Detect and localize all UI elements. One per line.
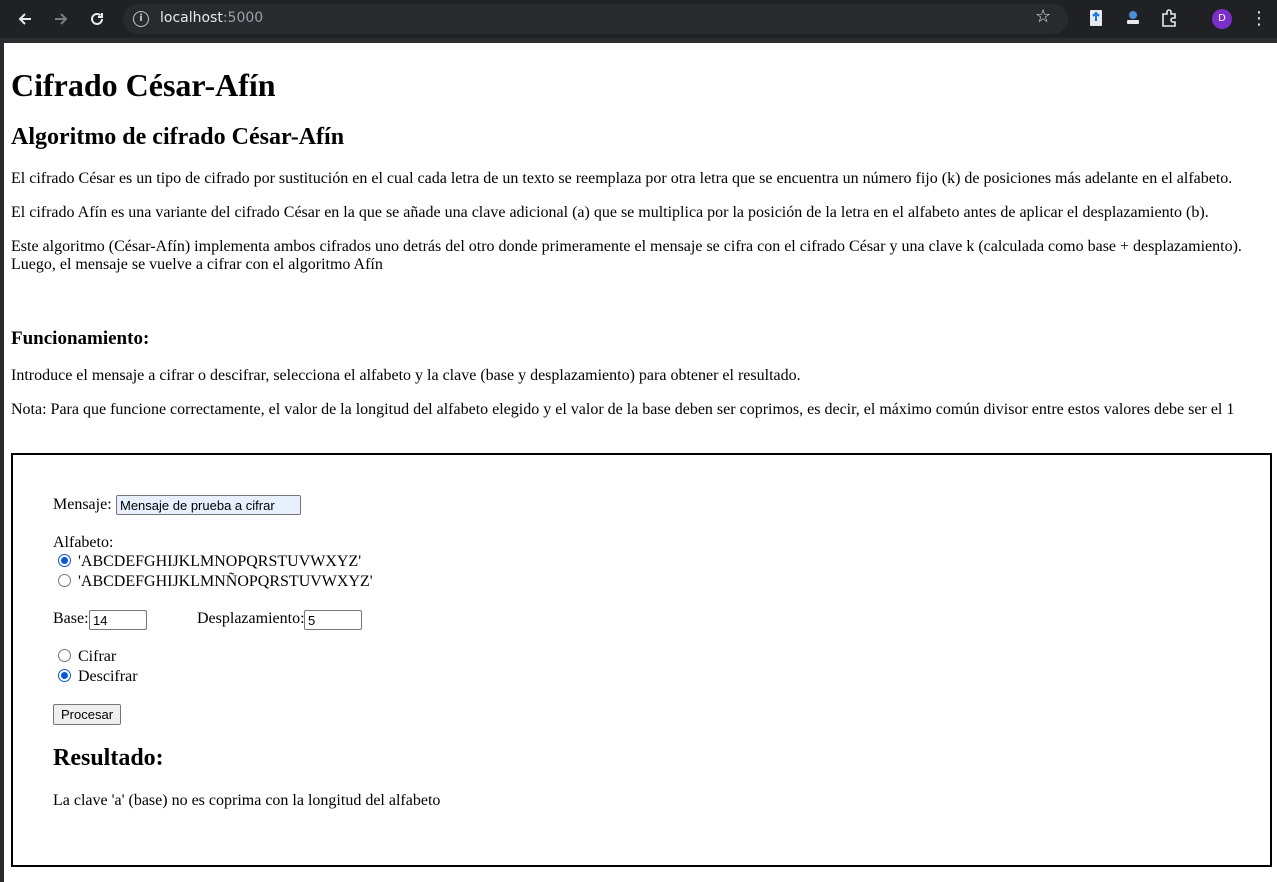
profile-avatar[interactable]: D bbox=[1212, 9, 1232, 29]
paragraph-afin: El cifrado Afín es una variante del cifr… bbox=[11, 204, 1209, 221]
process-button[interactable]: Procesar bbox=[53, 704, 122, 725]
extension-icon[interactable] bbox=[1088, 9, 1106, 27]
message-input[interactable] bbox=[116, 495, 301, 515]
cipher-form-box: Mensaje: Alfabeto: 'ABCDEFGHIJKLMNOPQRST… bbox=[11, 453, 1272, 867]
mode-option-cifrar: Cifrar bbox=[78, 648, 117, 665]
how-it-works-title: Funcionamiento: bbox=[11, 328, 150, 349]
extensions-puzzle-icon[interactable] bbox=[1160, 9, 1178, 27]
alphabet-option-27: 'ABCDEFGHIJKLMNÑOPQRSTUVWXYZ' bbox=[78, 573, 373, 590]
alphabet-label: Alfabeto: bbox=[53, 534, 114, 551]
message-label: Mensaje: bbox=[53, 496, 112, 513]
paragraph-algoritmo-1: Este algoritmo (César-Afín) implementa a… bbox=[11, 238, 1242, 255]
result-text: La clave 'a' (base) no es coprima con la… bbox=[53, 792, 441, 809]
alphabet-radio-26[interactable] bbox=[58, 554, 71, 567]
note-text: Nota: Para que funcione correctamente, e… bbox=[11, 401, 1235, 418]
section-title: Algoritmo de cifrado César-Afín bbox=[11, 124, 345, 150]
shift-label: Desplazamiento: bbox=[197, 610, 305, 627]
result-title: Resultado: bbox=[53, 745, 164, 771]
shift-input[interactable] bbox=[304, 610, 362, 630]
how-it-works-text: Introduce el mensaje a cifrar o descifra… bbox=[11, 367, 801, 384]
mode-option-descifrar: Descifrar bbox=[78, 668, 138, 685]
page-viewport: Cifrado César-Afín Algoritmo de cifrado … bbox=[4, 43, 1277, 882]
paragraph-cesar: El cifrado César es un tipo de cifrado p… bbox=[11, 170, 1233, 187]
page-title: Cifrado César-Afín bbox=[11, 67, 276, 103]
reload-icon[interactable] bbox=[85, 7, 109, 31]
address-bar[interactable]: i localhost:5000 bbox=[123, 4, 1068, 34]
browser-toolbar: i localhost:5000 ☆ D ⋮ bbox=[0, 0, 1277, 38]
base-label: Base: bbox=[53, 610, 89, 627]
alphabet-radio-27[interactable] bbox=[58, 574, 71, 587]
mode-radio-cifrar[interactable] bbox=[58, 649, 71, 662]
extension-icon-2[interactable] bbox=[1124, 9, 1142, 27]
forward-icon[interactable] bbox=[49, 7, 73, 31]
url-text: localhost:5000 bbox=[160, 10, 264, 26]
paragraph-algoritmo-2: Luego, el mensaje se vuelve a cifrar con… bbox=[11, 256, 383, 273]
mode-radio-descifrar[interactable] bbox=[58, 669, 71, 682]
bookmark-star-icon[interactable]: ☆ bbox=[1035, 6, 1051, 27]
alphabet-option-26: 'ABCDEFGHIJKLMNOPQRSTUVWXYZ' bbox=[78, 553, 362, 570]
menu-kebab-icon[interactable]: ⋮ bbox=[1250, 8, 1268, 30]
base-input[interactable] bbox=[89, 610, 147, 630]
back-icon[interactable] bbox=[13, 7, 37, 31]
site-info-icon[interactable]: i bbox=[133, 11, 149, 27]
